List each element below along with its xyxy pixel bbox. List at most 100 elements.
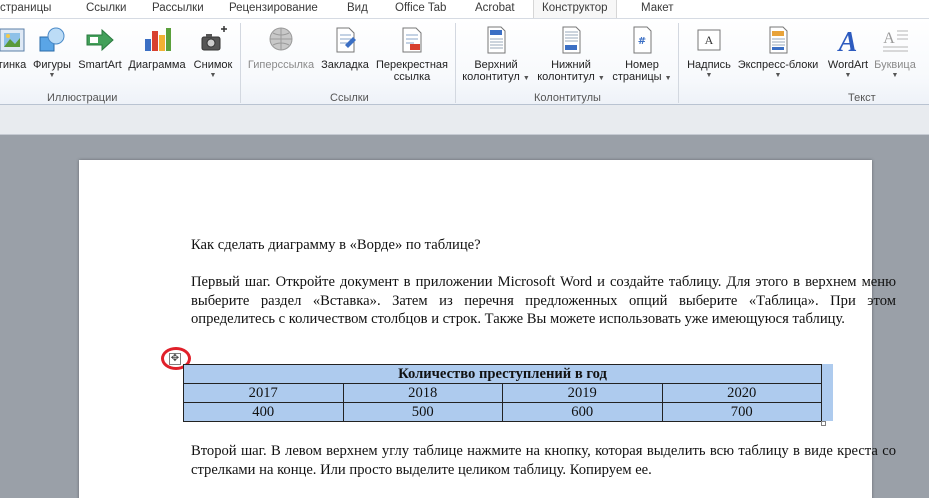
hyperlink-label: Гиперссылка [247,59,315,71]
table-cell[interactable]: 500 [342,402,503,422]
page-number-icon: # [633,26,652,54]
svg-text:A: A [705,33,714,47]
wordart-label: WordArt [827,59,869,71]
selection-edge [822,364,833,421]
document-page[interactable]: Как сделать диаграмму в «Ворде» по табли… [79,160,896,498]
cross-reference-button[interactable]: Перекрестная ссылка [373,25,451,83]
table-cell[interactable]: 2019 [502,383,663,403]
footer-label-2: колонтитул [537,71,595,83]
group-separator [455,23,456,103]
bookmark-label: Закладка [321,59,369,71]
chevron-down-icon: ▼ [891,72,899,79]
tab-acrobat[interactable]: Acrobat [475,2,515,14]
svg-text:A: A [883,30,895,47]
chart-icon [145,28,171,51]
shapes-button[interactable]: Фигуры ▼ [30,25,74,79]
group-label-links: Ссылки [330,92,369,104]
quick-parts-button[interactable]: Экспресс-блоки ▼ [735,25,821,79]
svg-text:#: # [638,36,646,47]
hyperlink-button[interactable]: Гиперссылка [246,25,316,71]
chevron-down-icon: ▼ [844,72,852,79]
chart-button[interactable]: Диаграмма [126,25,188,71]
document-body: Как сделать диаграмму в «Ворде» по табли… [191,236,896,329]
shapes-label: Фигуры [33,59,71,71]
table-row: 2017 2018 2019 2020 [183,383,822,403]
quick-parts-icon [769,26,788,54]
smartart-label: SmartArt [78,59,122,71]
ribbon-tabs: страницы Ссылки Рассылки Рецензирование … [0,0,929,18]
page-number-label-2: страницы [612,71,662,83]
picture-button[interactable]: тинка [0,25,32,71]
tab-references[interactable]: Ссылки [86,2,127,14]
smartart-button[interactable]: SmartArt [76,25,124,71]
tab-review[interactable]: Рецензирование [229,2,318,14]
screenshot-icon [201,26,227,51]
tab-page-layout[interactable]: страницы [0,2,51,14]
table-cell[interactable]: 700 [661,402,822,422]
table-cell[interactable]: 2018 [342,383,503,403]
group-label-headers-footers: Колонтитулы [534,92,601,104]
picture-icon [0,28,25,52]
ribbon-panel: тинка Фигуры ▼ SmartArt Диаграмма Снимок… [0,18,929,105]
table-cell[interactable]: 2017 [183,383,344,403]
table-title-cell[interactable]: Количество преступлений в год [183,364,822,384]
header-label-1: Верхний [474,59,518,71]
footer-icon [562,26,581,54]
table-row: Количество преступлений в год [183,364,822,384]
cross-reference-label-1: Перекрестная [376,59,448,71]
shapes-icon [39,27,65,52]
screenshot-button[interactable]: Снимок ▼ [190,25,236,79]
table-cell[interactable]: 400 [183,402,344,422]
wordart-button[interactable]: A WordArt ▼ [824,25,872,79]
document-heading: Как сделать диаграмму в «Ворде» по табли… [191,237,481,253]
table-cell[interactable]: 2020 [661,383,822,403]
tab-mailings[interactable]: Рассылки [152,2,204,14]
bookmark-button[interactable]: Закладка [318,25,372,71]
tab-table-design[interactable]: Конструктор [533,0,617,18]
paragraph-step-2: Второй шаг. В левом верхнем углу таблице… [191,443,896,478]
ruler-strip [0,105,929,135]
table-row: 400 500 600 700 [183,402,822,422]
header-icon [487,26,506,54]
textbox-button[interactable]: A Надпись ▼ [684,25,734,79]
chevron-down-icon: ▼ [48,72,56,79]
table-cell[interactable]: 600 [502,402,663,422]
drop-cap-label: Буквица [874,59,916,71]
header-button[interactable]: Верхний колонтитул ▼ [460,25,532,85]
chart-label: Диаграмма [128,59,186,71]
globe-link-icon [269,27,293,51]
cross-reference-label-2: ссылка [393,71,431,83]
table-resize-handle[interactable] [821,421,826,426]
chevron-down-icon: ▼ [705,72,713,79]
footer-button[interactable]: Нижний колонтитул ▼ [535,25,607,85]
picture-label: тинка [0,59,27,71]
crime-table[interactable]: Количество преступлений в год 2017 2018 … [183,364,822,422]
group-separator [240,23,241,103]
page-number-label-1: Номер [625,59,659,71]
textbox-label: Надпись [687,59,731,71]
svg-text:A: A [837,27,858,55]
smartart-icon [86,28,114,52]
tab-view[interactable]: Вид [347,2,368,14]
paragraph-step-1: Первый шаг. Откройте документ в приложен… [191,274,896,327]
textbox-icon: A [697,29,721,51]
drop-cap-icon: A [883,30,908,52]
group-separator [678,23,679,103]
cross-reference-icon [402,27,422,53]
chevron-down-icon: ▼ [209,72,217,79]
group-label-text: Текст [848,92,876,104]
footer-label-1: Нижний [551,59,591,71]
screenshot-label: Снимок [193,59,233,71]
header-label-2: колонтитул [462,71,520,83]
chevron-down-icon: ▼ [597,75,605,82]
tab-office-tab[interactable]: Office Tab [395,2,446,14]
chevron-down-icon: ▼ [774,72,782,79]
chevron-down-icon: ▼ [664,75,672,82]
tab-table-layout[interactable]: Макет [641,2,674,14]
chevron-down-icon: ▼ [522,75,530,82]
bookmark-icon [336,27,356,53]
page-number-button[interactable]: # Номер страницы ▼ [610,25,674,85]
group-label-illustrations: Иллюстрации [47,92,118,104]
drop-cap-button[interactable]: A Буквица ▼ [872,25,918,79]
